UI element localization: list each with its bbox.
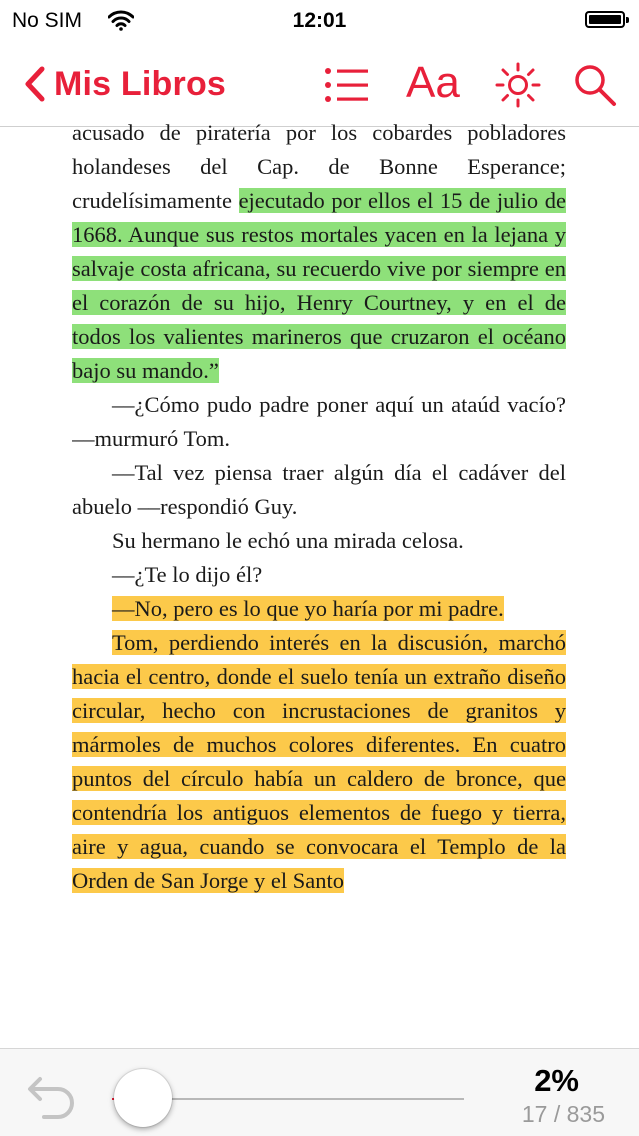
nav-bar: Mis Libros Aa: [0, 44, 639, 127]
chevron-left-icon: [25, 66, 45, 102]
book-paragraph: ––¿Cómo pudo padre poner aquí un ataúd v…: [72, 392, 566, 451]
progress-slider-thumb[interactable]: [114, 1069, 173, 1127]
reader-toolbar: 2% 17 / 835: [0, 1048, 639, 1136]
status-bar: No SIM 12:01: [0, 0, 639, 40]
book-paragraph: ––¿Te lo dijo él?: [112, 562, 263, 587]
undo-icon[interactable]: [26, 1071, 78, 1119]
book-paragraph: acusado de piratería por los cobardes po…: [72, 116, 566, 388]
highlighted-passage-green[interactable]: ejecutado por ellos el 15 de julio de 16…: [72, 188, 566, 383]
book-paragraph: Su hermano le echó una mirada celosa.: [112, 528, 464, 553]
battery-fill: [589, 15, 621, 24]
battery-icon: [585, 11, 629, 28]
highlighted-passage-yellow[interactable]: ––No, pero es lo que yo haría por mi pad…: [112, 596, 504, 621]
brightness-icon[interactable]: [495, 62, 541, 108]
back-button[interactable]: Mis Libros: [24, 62, 226, 106]
book-paragraph: ––Tal vez piensa traer algún día el cadá…: [72, 460, 566, 519]
list-icon[interactable]: [322, 62, 370, 108]
progress-percent: 2%: [534, 1063, 579, 1098]
highlighted-passage-yellow[interactable]: Tom, perdiendo interés en la discusión, …: [72, 630, 566, 893]
search-icon[interactable]: [572, 62, 618, 108]
battery-nub: [626, 17, 629, 23]
back-label: Mis Libros: [54, 64, 227, 103]
page-indicator: 17 / 835: [521, 1101, 605, 1127]
book-paragraph: ––No, pero es lo que yo haría por mi pad…: [72, 592, 566, 626]
book-page[interactable]: acusado de piratería por los cobardes po…: [72, 116, 566, 1031]
book-paragraph: Tom, perdiendo interés en la discusión, …: [72, 626, 566, 898]
clock: 12:01: [292, 9, 347, 32]
font-size-icon[interactable]: Aa: [406, 60, 466, 106]
